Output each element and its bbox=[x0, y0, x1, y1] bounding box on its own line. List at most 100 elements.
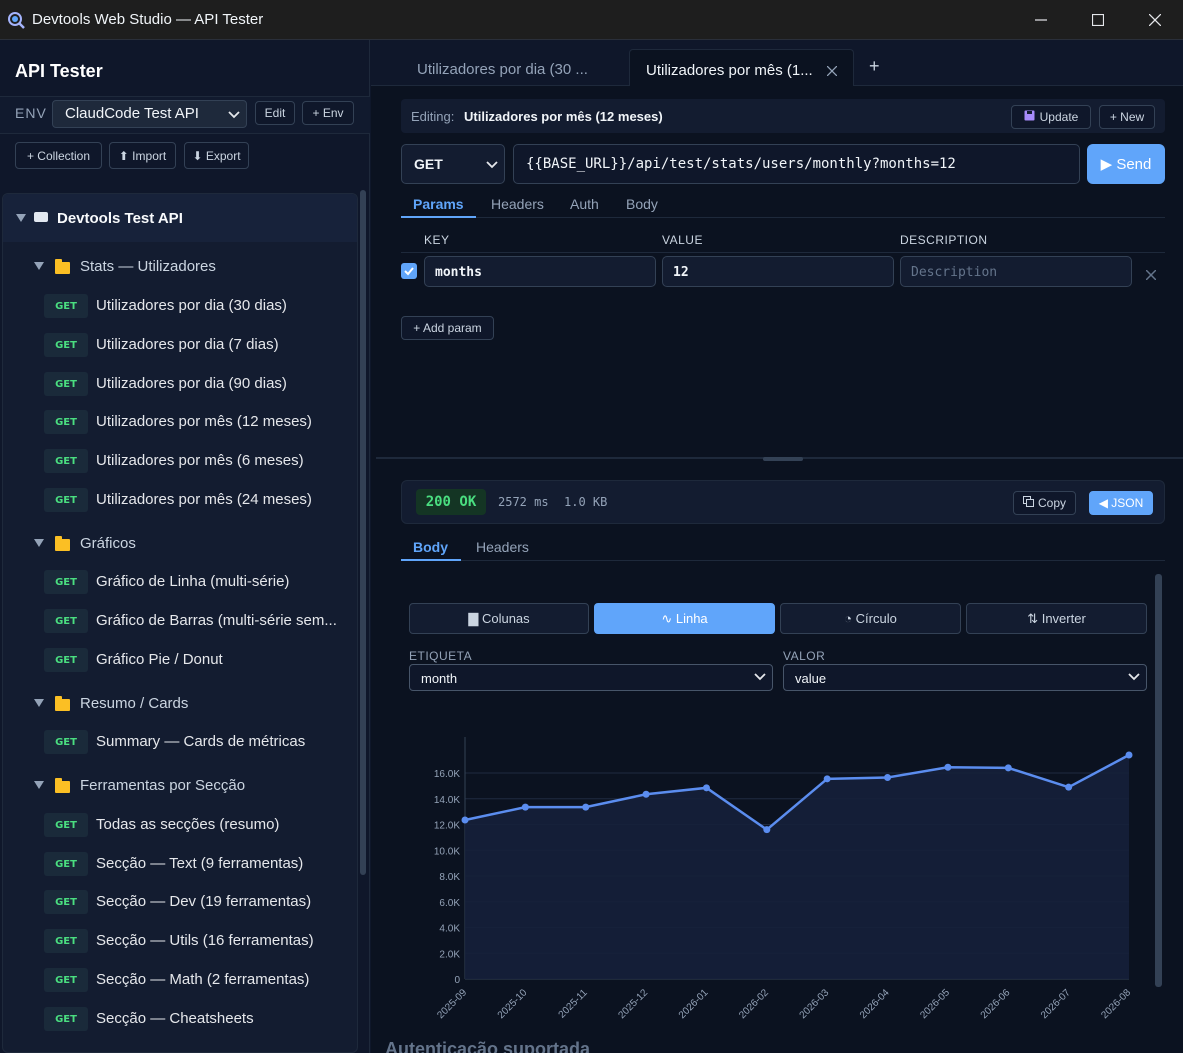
folder-name: Gráficos bbox=[80, 535, 136, 552]
title-bar: Devtools Web Studio — API Tester bbox=[0, 0, 1183, 40]
request-label: Todas as secções (resumo) bbox=[96, 816, 280, 833]
request-item[interactable]: GET Summary — Cards de métricas bbox=[3, 724, 357, 760]
caret-down-icon bbox=[34, 539, 44, 547]
y-tick-label: 12.0K bbox=[434, 821, 460, 832]
param-key-input[interactable]: months bbox=[424, 256, 656, 287]
mode-pie-button[interactable]: ◔ Círculo bbox=[780, 603, 961, 634]
close-tab-icon[interactable] bbox=[826, 63, 838, 80]
collection-root[interactable]: Devtools Test API bbox=[3, 194, 357, 242]
method-badge: GET bbox=[44, 372, 88, 396]
request-label: Utilizadores por dia (7 dias) bbox=[96, 336, 279, 353]
subtab-response-headers[interactable]: Headers bbox=[476, 539, 529, 555]
request-item[interactable]: GET Secção — Text (9 ferramentas) bbox=[3, 846, 357, 882]
save-icon bbox=[1024, 110, 1035, 124]
folder-graficos[interactable]: Gráficos bbox=[3, 527, 357, 561]
col-value: VALUE bbox=[662, 233, 703, 247]
y-tick-label: 4.0K bbox=[439, 924, 460, 935]
x-tick-label: 2025-10 bbox=[496, 987, 530, 1020]
env-label: ENV bbox=[15, 105, 47, 121]
request-item[interactable]: GET Utilizadores por mês (6 meses) bbox=[3, 443, 357, 479]
request-item[interactable]: GET Todas as secções (resumo) bbox=[3, 807, 357, 843]
param-description-input[interactable]: Description bbox=[900, 256, 1132, 287]
subtab-body[interactable]: Body bbox=[626, 196, 658, 212]
param-value-input[interactable]: 12 bbox=[662, 256, 894, 287]
method-badge: GET bbox=[44, 410, 88, 434]
mode-columns-button[interactable]: ▇ Colunas bbox=[409, 603, 589, 634]
invert-button[interactable]: ⇅ Inverter bbox=[966, 603, 1147, 634]
x-tick-label: 2026-07 bbox=[1039, 987, 1073, 1020]
update-label: Update bbox=[1039, 110, 1079, 124]
add-env-button[interactable]: + Env bbox=[302, 101, 354, 125]
new-tab-button[interactable]: + bbox=[869, 56, 880, 77]
x-tick-label: 2026-01 bbox=[677, 987, 711, 1020]
active-subtab-indicator bbox=[401, 216, 476, 218]
tab-request-active[interactable]: Utilizadores por mês (1... bbox=[629, 49, 854, 86]
subtab-headers[interactable]: Headers bbox=[491, 196, 544, 212]
subtab-response-body[interactable]: Body bbox=[413, 539, 448, 555]
folder-name: Resumo / Cards bbox=[80, 695, 189, 712]
subtab-auth[interactable]: Auth bbox=[570, 196, 599, 212]
add-param-button[interactable]: + Add param bbox=[401, 316, 494, 340]
response-scrollbar[interactable] bbox=[1155, 574, 1162, 987]
tab-request[interactable]: Utilizadores por dia (30 ... bbox=[401, 49, 604, 86]
new-button[interactable]: + New bbox=[1099, 105, 1155, 129]
folder-stats[interactable]: Stats — Utilizadores bbox=[3, 250, 357, 284]
request-item[interactable]: GET Utilizadores por dia (90 dias) bbox=[3, 366, 357, 402]
request-item[interactable]: GET Secção — Utils (16 ferramentas) bbox=[3, 923, 357, 959]
collection-icon bbox=[34, 212, 48, 222]
request-label: Gráfico de Barras (multi-série sem... bbox=[96, 612, 337, 629]
request-item[interactable]: GET Gráfico Pie / Donut bbox=[3, 642, 357, 678]
editing-bar: Editing: Utilizadores por mês (12 meses)… bbox=[401, 99, 1165, 133]
send-button[interactable]: ▶ Send bbox=[1087, 144, 1165, 184]
editing-name: Utilizadores por mês (12 meses) bbox=[464, 109, 663, 124]
add-collection-button[interactable]: + Collection bbox=[15, 142, 102, 169]
value-field-select[interactable]: value bbox=[783, 664, 1147, 691]
request-item[interactable]: GET Utilizadores por mês (12 meses) bbox=[3, 404, 357, 440]
resize-handle[interactable] bbox=[763, 457, 803, 461]
maximize-icon[interactable] bbox=[1069, 0, 1126, 40]
edit-env-button[interactable]: Edit bbox=[255, 101, 295, 125]
app-logo-icon bbox=[6, 10, 26, 30]
minimize-icon[interactable] bbox=[1012, 0, 1069, 40]
folder-resumo[interactable]: Resumo / Cards bbox=[3, 687, 357, 721]
method-badge: GET bbox=[44, 609, 88, 633]
y-tick-label: 8.0K bbox=[439, 872, 460, 883]
request-item[interactable]: GET Secção — Cheatsheets bbox=[3, 1001, 357, 1037]
y-tick-label: 2.0K bbox=[439, 949, 460, 960]
tab-bar: Utilizadores por dia (30 ... Utilizadore… bbox=[371, 40, 1183, 86]
subtab-params[interactable]: Params bbox=[413, 196, 464, 212]
method-select[interactable]: GET bbox=[401, 144, 505, 184]
label-field-select[interactable]: month bbox=[409, 664, 773, 691]
method-badge: GET bbox=[44, 449, 88, 473]
url-input[interactable]: {{BASE_URL}}/api/test/stats/users/monthl… bbox=[513, 144, 1080, 184]
request-item[interactable]: GET Secção — Dev (19 ferramentas) bbox=[3, 884, 357, 920]
request-item[interactable]: GET Utilizadores por dia (7 dias) bbox=[3, 327, 357, 363]
y-tick-label: 6.0K bbox=[439, 898, 460, 909]
copy-button[interactable]: Copy bbox=[1013, 491, 1076, 515]
method-badge: GET bbox=[44, 570, 88, 594]
col-key: KEY bbox=[424, 233, 450, 247]
response-subtabs: Body Headers bbox=[401, 533, 1165, 561]
folder-ferramentas[interactable]: Ferramentas por Secção bbox=[3, 769, 357, 803]
export-button[interactable]: ⬇ Export bbox=[184, 142, 249, 169]
request-label: Utilizadores por dia (90 dias) bbox=[96, 375, 287, 392]
request-item[interactable]: GET Gráfico de Barras (multi-série sem... bbox=[3, 603, 357, 639]
import-button[interactable]: ⬆ Import bbox=[109, 142, 176, 169]
request-item[interactable]: GET Gráfico de Linha (multi-série) bbox=[3, 564, 357, 600]
json-toggle-button[interactable]: ◀ JSON bbox=[1089, 491, 1153, 515]
request-item[interactable]: GET Utilizadores por mês (24 meses) bbox=[3, 482, 357, 518]
sidebar-scrollbar[interactable] bbox=[360, 190, 366, 875]
data-point bbox=[763, 826, 771, 834]
request-label: Gráfico de Linha (multi-série) bbox=[96, 573, 290, 590]
close-icon[interactable] bbox=[1126, 0, 1183, 40]
mode-line-button[interactable]: ∿ Linha bbox=[594, 603, 775, 634]
method-badge: GET bbox=[44, 648, 88, 672]
chevron-down-icon bbox=[486, 157, 498, 173]
update-button[interactable]: Update bbox=[1011, 105, 1091, 129]
request-item[interactable]: GET Utilizadores por dia (30 dias) bbox=[3, 288, 357, 324]
visualization-panel: ▇ Colunas ∿ Linha ◔ Círculo ⇅ Inverter E… bbox=[401, 575, 1165, 1033]
env-select[interactable]: ClaudCode Test API bbox=[52, 100, 247, 128]
remove-param-icon[interactable] bbox=[1145, 267, 1157, 285]
param-checkbox[interactable] bbox=[401, 263, 417, 279]
request-item[interactable]: GET Secção — Math (2 ferramentas) bbox=[3, 962, 357, 998]
